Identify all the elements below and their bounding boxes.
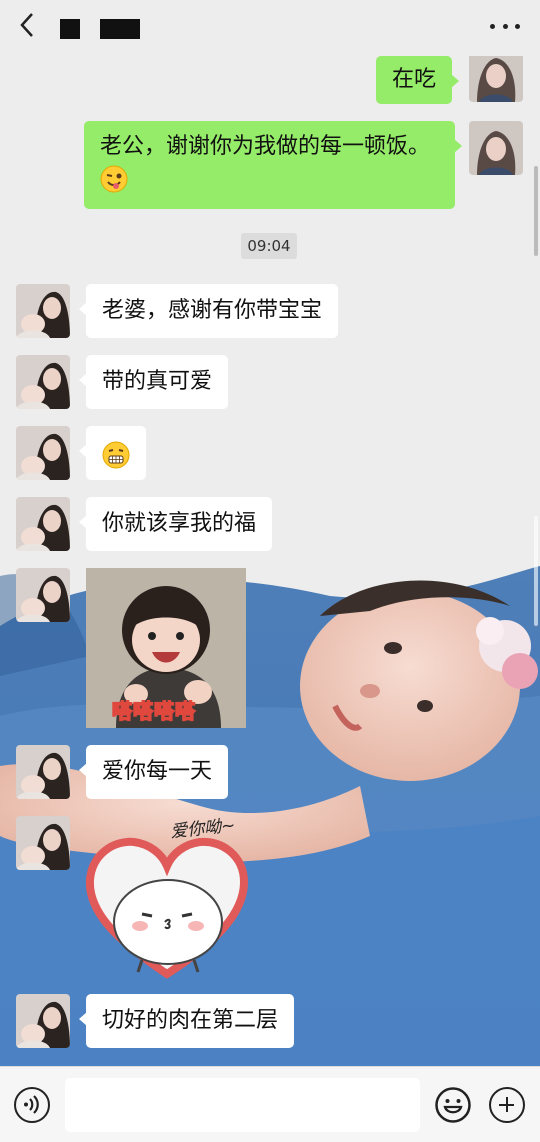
ellipsis-icon[interactable] [490,20,520,32]
chat-header [0,0,540,56]
message-bubble-outgoing[interactable]: 在吃 [376,56,460,104]
scrollbar[interactable] [534,166,538,256]
contact-avatar[interactable] [16,355,70,409]
contact-avatar[interactable] [16,994,70,1048]
message-text: 你就该享我的福 [102,511,257,536]
chat-background-photo [0,536,540,1066]
sticker-laughing-baby[interactable]: 嗒嗒嗒嗒 [86,568,246,728]
message-bubble-outgoing[interactable]: 老公，谢谢你为我做的每一顿饭。 [84,121,462,209]
message-bubble-incoming[interactable]: 带的真可爱 [78,355,229,409]
smile-icon[interactable] [435,1087,471,1123]
contact-avatar[interactable] [16,568,70,622]
message-input[interactable] [65,1078,420,1132]
my-avatar[interactable] [469,121,523,175]
voice-icon-glyph [24,1095,39,1114]
input-bar [0,1066,540,1142]
message-text: 老公，谢谢你为我做的每一顿饭。 [100,134,431,159]
wink-tongue-emoji-icon [100,165,128,193]
sticker-heart-bun[interactable]: 爱你呦~ [82,814,252,984]
message-bubble-incoming[interactable]: 你就该享我的福 [78,497,273,551]
message-bubble-incoming[interactable]: 老婆，感谢有你带宝宝 [78,284,339,338]
message-text: 带的真可爱 [102,369,213,394]
sticker-image [85,837,249,979]
chat-area[interactable]: 在吃 老公，谢谢你为我做的每一顿饭。 09:04 老婆，感谢有你带宝宝 带的真可… [0,56,540,1066]
voice-icon[interactable] [14,1087,50,1123]
contact-avatar[interactable] [16,426,70,480]
redacted-title-block [100,19,140,39]
timestamp: 09:04 [241,233,297,259]
message-text: 在吃 [392,67,437,92]
plus-icon[interactable] [489,1087,525,1123]
chevron-left-icon[interactable] [14,10,42,40]
message-bubble-incoming[interactable]: 爱你每一天 [78,745,229,799]
redacted-title-block [60,19,80,39]
message-bubble-incoming[interactable] [79,426,146,480]
contact-avatar[interactable] [16,497,70,551]
message-text: 老婆，感谢有你带宝宝 [102,298,323,323]
sticker-caption: 嗒嗒嗒嗒 [111,698,196,724]
message-bubble-incoming[interactable]: 切好的肉在第二层 [78,994,295,1048]
scrollbar-thumb[interactable] [534,516,538,626]
message-text: 爱你每一天 [102,759,213,784]
contact-avatar[interactable] [16,816,70,870]
message-text: 切好的肉在第二层 [102,1008,279,1033]
grimace-emoji-icon [102,441,130,469]
contact-avatar[interactable] [16,284,70,338]
my-avatar[interactable] [469,56,523,102]
contact-avatar[interactable] [16,745,70,799]
